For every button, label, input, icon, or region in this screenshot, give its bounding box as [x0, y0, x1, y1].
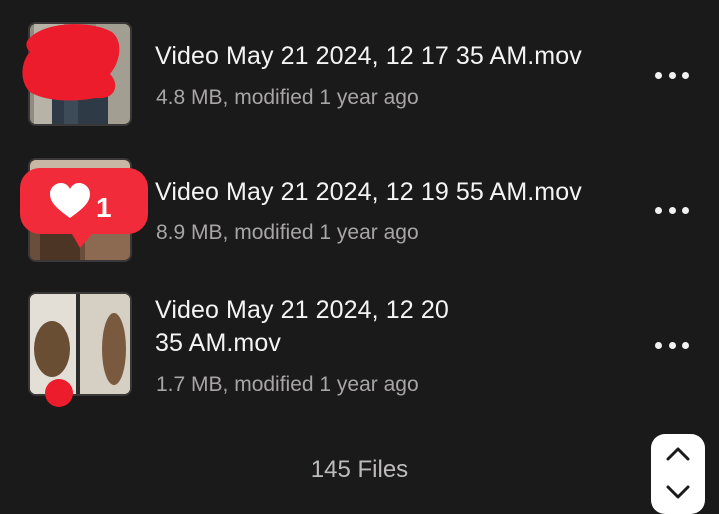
file-count: 145 Files — [310, 456, 409, 483]
more-horizontal-icon — [655, 206, 662, 214]
chevron-up-icon — [666, 447, 690, 461]
file-name-line-2: 35 AM.mov — [155, 329, 281, 357]
file-name: Video May 21 2024, 12 17 35 AM.mov — [155, 42, 582, 70]
more-dot — [682, 206, 689, 214]
more-dot — [668, 206, 676, 214]
more-dot — [668, 341, 676, 349]
more-dot — [682, 341, 689, 349]
more-options-button[interactable] — [655, 68, 689, 82]
more-options-button[interactable] — [655, 338, 689, 352]
more-options-button[interactable] — [655, 203, 689, 217]
file-meta: 1.7 MB, modified 1 year ago — [156, 373, 419, 396]
scroll-to-top-button[interactable] — [651, 434, 705, 514]
more-horizontal-icon — [655, 341, 662, 349]
file-name-line-1: Video May 21 2024, 12 20 — [155, 296, 449, 324]
file-row[interactable]: Video May 21 2024, 12 17 35 AM.mov 4.8 M… — [0, 0, 719, 140]
file-meta: 8.9 MB, modified 1 year ago — [156, 221, 419, 244]
file-meta: 4.8 MB, modified 1 year ago — [156, 86, 419, 109]
reaction-badge — [20, 168, 148, 248]
reaction-count: 1 — [96, 192, 112, 223]
chevron-down-icon — [666, 485, 690, 499]
file-row[interactable]: Video May 21 2024, 12 20 35 AM.mov 1.7 M… — [0, 280, 719, 430]
file-name: Video May 21 2024, 12 19 55 AM.mov — [155, 178, 582, 206]
more-horizontal-icon — [655, 71, 662, 79]
redaction-mark — [45, 379, 73, 407]
more-dot — [668, 71, 676, 79]
more-dot — [682, 71, 689, 79]
redaction-mark — [22, 24, 120, 101]
